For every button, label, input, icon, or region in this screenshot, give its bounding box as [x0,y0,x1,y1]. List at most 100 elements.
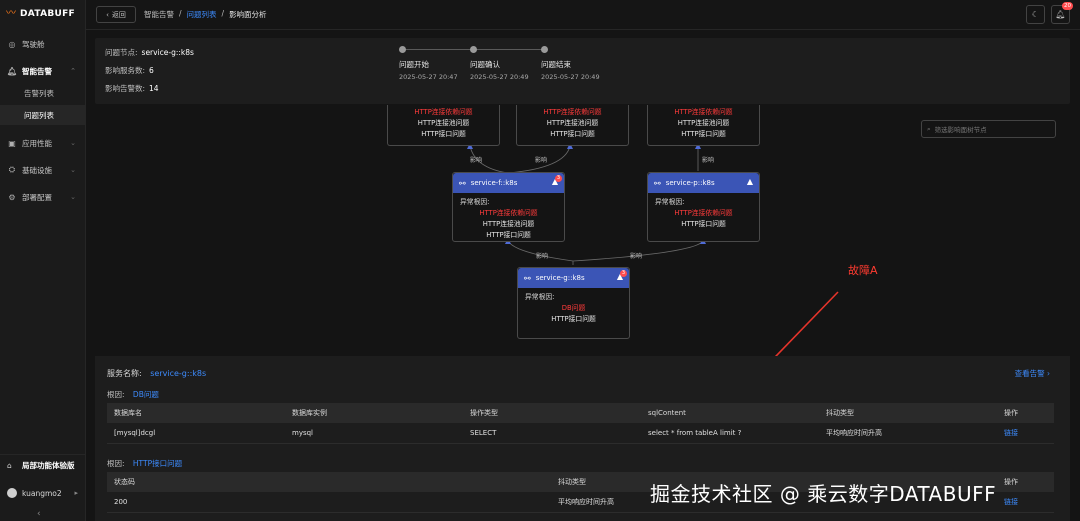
home-icon: ⌂ [7,461,12,470]
bell-icon: 🔔︎ [1055,10,1066,19]
node-red-cause: HTTP连接依赖问题 [414,108,473,116]
timeline-dot [399,46,406,53]
chevron-down-icon: ⌄ [70,139,76,147]
sidebar-item-label: 基础设施 [22,165,52,175]
root-cause-row: 根因: HTTP接口问题 [107,458,182,469]
timeline-step-label: 问题确认 [470,60,500,69]
service-icon: ⚯ [654,178,661,188]
notification-button[interactable]: 🔔︎ 20 [1051,2,1073,24]
sidebar-item-label: 部署配置 [22,192,52,202]
chevron-up-icon: ⌃ [70,67,76,75]
username: kuangmo2 [22,488,62,498]
edge-label: 影响 [630,253,643,260]
root-cause-link[interactable]: DB问题 [133,390,159,399]
root-cause-row: 根因: DB问题 [107,389,159,400]
topology-node-service-g[interactable]: ⚯ service-g::k8s ▲ 3 异常根因: DB问题 HTTP接口问题 [517,267,630,339]
chevron-left-icon: ‹ [106,10,109,19]
brand-logo[interactable]: 〰 DATABUFF [6,8,75,19]
sidebar-item-app-performance[interactable]: ▣ 应用性能 ⌄ [0,133,86,153]
edge-label: 影响 [470,157,483,164]
sidebar-item-label: 问题列表 [24,110,54,120]
alert-count-badge: 3 [555,175,562,182]
watermark-text: 掘金技术社区 @ 乘云数字DATABUFF [650,482,997,506]
sidebar-item-deploy-config[interactable]: ⚙ 部署配置 ⌄ [0,187,86,207]
sidebar-item-cockpit[interactable]: ◎ 驾驶舱 [0,34,86,54]
impact-topology[interactable]: 影响 影响 影响 影响 影响 HTTP连接依赖问题 HTTP连接池问题 HTTP… [95,105,1070,354]
column-header: 操作 [997,472,1054,492]
back-button[interactable]: ‹ 返回 [96,6,136,23]
sidebar-item-problem-list[interactable]: 问题列表 [0,105,86,125]
node-cause-line: HTTP连接池问题 [417,119,470,127]
deploy-icon: ⚙ [8,192,16,202]
column-header: 抖动类型 [819,403,997,423]
node-cause-line: HTTP接口问题 [681,220,726,228]
moon-icon: ☾ [1031,10,1040,19]
databuff-logo-icon: 〰 [6,8,16,19]
node-cause-label: 异常根因: [525,293,555,301]
collapse-sidebar-icon[interactable]: ‹ [37,509,41,519]
node-header: ⚯ service-p::k8s ▲ [648,173,759,193]
node-cause-line: HTTP连接池问题 [546,119,599,127]
edge-label: 影响 [536,253,549,260]
node-cause-line: HTTP接口问题 [421,130,466,138]
topology-node-upstream[interactable]: HTTP连接依赖问题 HTTP连接池问题 HTTP接口问题 [516,105,629,146]
node-cause-label: 异常根因: [655,198,685,206]
feature-trial-label: 局部功能体验版 [22,461,75,470]
feature-trial-entry[interactable]: ⌂ 局部功能体验版 [0,454,86,476]
chevron-down-icon: ⌄ [70,193,76,201]
column-header: 操作 [997,403,1054,423]
root-cause-link[interactable]: HTTP接口问题 [133,459,182,468]
avatar [7,488,17,498]
node-red-cause: HTTP连接依赖问题 [479,209,538,217]
view-alerts-link[interactable]: 查看告警 › [1015,368,1050,379]
column-header: 状态码 [107,472,551,492]
sidebar: 〰 DATABUFF ◎ 驾驶舱 🔔︎ 智能告警 ⌃ 告警列表 问题列表 ▣ 应… [0,0,86,521]
timeline-dot [541,46,548,53]
alert-icon[interactable]: ▲ [747,177,753,186]
node-red-cause: DB问题 [561,304,586,312]
sidebar-item-label: 应用性能 [22,138,52,148]
breadcrumb: 智能告警 / 问题列表 / 影响面分析 [144,9,267,20]
app-icon: ▣ [8,138,16,148]
affected-services-label: 影响服务数: [105,66,146,75]
table-cell: SELECT [463,423,641,444]
affected-alerts-value: 14 [149,84,159,93]
sidebar-item-smart-alerts[interactable]: 🔔︎ 智能告警 ⌃ [0,61,86,81]
topology-search-input[interactable]: ⌕ 筛选影响面树节点 [921,120,1056,138]
topology-node-upstream[interactable]: HTTP连接依赖问题 HTTP连接池问题 HTTP接口问题 [647,105,760,146]
topology-node-upstream[interactable]: HTTP连接依赖问题 HTTP连接池问题 HTTP接口问题 [387,105,500,146]
theme-toggle-button[interactable]: ☾ [1026,5,1045,24]
node-cause-line: HTTP连接池问题 [482,220,535,228]
row-link[interactable]: 链接 [997,492,1054,513]
node-cause-line: HTTP连接池问题 [677,119,730,127]
node-cause-line: HTTP接口问题 [681,130,726,138]
dashboard-icon: ◎ [8,39,16,49]
user-menu[interactable]: kuangmo2 ▸ [0,482,86,504]
timeline-step-time: 2025-05-27 20:47 [399,73,458,81]
breadcrumb-separator: / [221,9,225,18]
timeline-step-label: 问题结束 [541,60,571,69]
row-link[interactable]: 链接 [997,423,1054,444]
annotation-label: 故障A [848,264,878,277]
table-cell: 200 [107,492,551,513]
breadcrumb-item[interactable]: 问题列表 [187,9,217,20]
edge-label: 影响 [535,157,548,164]
topology-node-service-p[interactable]: ⚯ service-p::k8s ▲ 异常根因: HTTP连接依赖问题 HTTP… [647,172,760,242]
node-red-cause: HTTP连接依赖问题 [674,209,733,217]
sidebar-item-alert-list[interactable]: 告警列表 [0,83,86,103]
column-header: sqlContent [641,403,819,423]
affected-alerts-label: 影响告警数: [105,84,146,93]
service-name-link[interactable]: service-g::k8s [150,369,206,378]
sidebar-item-infrastructure[interactable]: ⛭ 基础设施 ⌄ [0,160,86,180]
topology-node-service-f[interactable]: ⚯ service-f::k8s ▲ 3 异常根因: HTTP连接依赖问题 HT… [452,172,565,242]
node-cause-line: HTTP接口问题 [550,130,595,138]
breadcrumb-current: 影响面分析 [229,10,267,19]
brand-name: DATABUFF [20,8,76,19]
timeline-dot [470,46,477,53]
db-issue-table: 数据库名 数据库实例 操作类型 sqlContent 抖动类型 操作 [mysq… [107,403,1054,444]
table-cell: select * from tableA limit ? [641,423,819,444]
breadcrumb-item[interactable]: 智能告警 [144,9,174,20]
search-icon: ⌕ [927,124,931,133]
root-cause-label: 根因: [107,459,125,468]
problem-node-row: 问题节点: service-g::k8s [105,47,194,58]
